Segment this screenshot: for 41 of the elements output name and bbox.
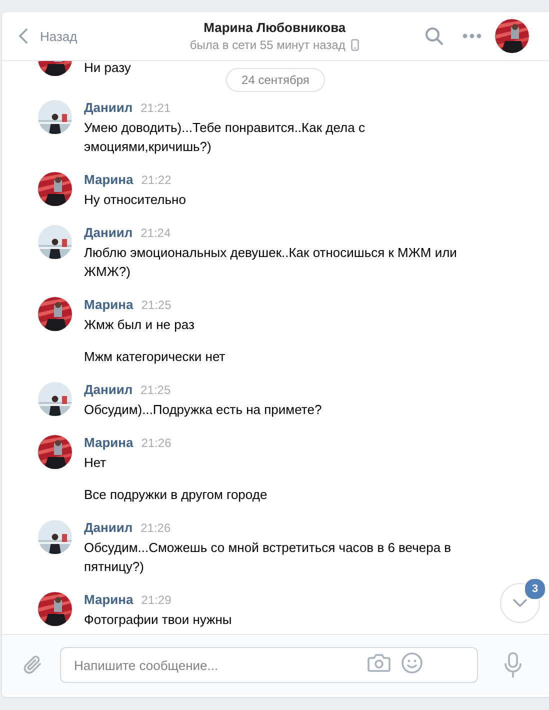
chevron-left-icon [18, 28, 28, 44]
sender-name[interactable]: Марина [84, 592, 134, 607]
chat-title: Марина Любовникова [204, 20, 346, 35]
smile-icon[interactable] [401, 652, 423, 674]
message-text: Ну относительно [84, 191, 187, 209]
back-button[interactable]: Назад [14, 24, 82, 48]
message-time: 21:26 [140, 521, 171, 535]
message-text: Жмж был и не раз [84, 316, 196, 334]
message-text: Мжм категорически нет [84, 348, 226, 366]
unread-count-badge: 3 [524, 578, 546, 600]
sender-name[interactable]: Даниил [84, 520, 133, 535]
message-time: 21:25 [141, 298, 172, 312]
message-time: 21:22 [141, 173, 172, 187]
message-text: Ни разу [84, 61, 132, 75]
sender-name[interactable]: Даниил [84, 382, 133, 397]
message-text: Обсудим...Сможешь со мной встретиться часов в 6 вечера в пятницу?) [84, 539, 452, 576]
search-icon[interactable] [424, 26, 444, 46]
sender-name[interactable]: Марина [84, 435, 134, 450]
message-input[interactable]: Напишите сообщение... [60, 647, 478, 683]
message-text: Люблю эмоциональных девушек..Как относишься к МЖМ или ЖМЖ?) [84, 244, 458, 281]
microphone-icon[interactable] [504, 652, 522, 678]
message-text: Все подружки в другом городе [84, 486, 268, 504]
sender-name[interactable]: Даниил [84, 225, 133, 240]
sender-name[interactable]: Марина [84, 172, 134, 187]
chevron-down-icon [513, 599, 527, 607]
message-time: 21:29 [141, 593, 172, 607]
message-text: Нет [84, 454, 108, 472]
message-text: Фотографии твои нужны [84, 611, 233, 629]
message-time: 21:21 [140, 101, 171, 115]
camera-icon[interactable] [367, 653, 391, 673]
phone-icon [351, 39, 360, 51]
message-text: Умею доводить)...Тебе понравится..Как дела с эмоциями,кричишь?) [84, 119, 366, 156]
message-time: 21:25 [140, 383, 171, 397]
message-time: 21:24 [140, 226, 171, 240]
sender-name[interactable]: Марина [84, 297, 134, 312]
message-time: 21:26 [141, 436, 172, 450]
last-seen-status: была в сети 55 минут назад [190, 38, 346, 52]
sender-name[interactable]: Даниил [84, 100, 133, 115]
date-separator: 24 сентября [226, 68, 326, 92]
more-icon[interactable] [462, 33, 482, 39]
message-text: Обсудим)...Подружка есть на примете? [84, 401, 323, 419]
